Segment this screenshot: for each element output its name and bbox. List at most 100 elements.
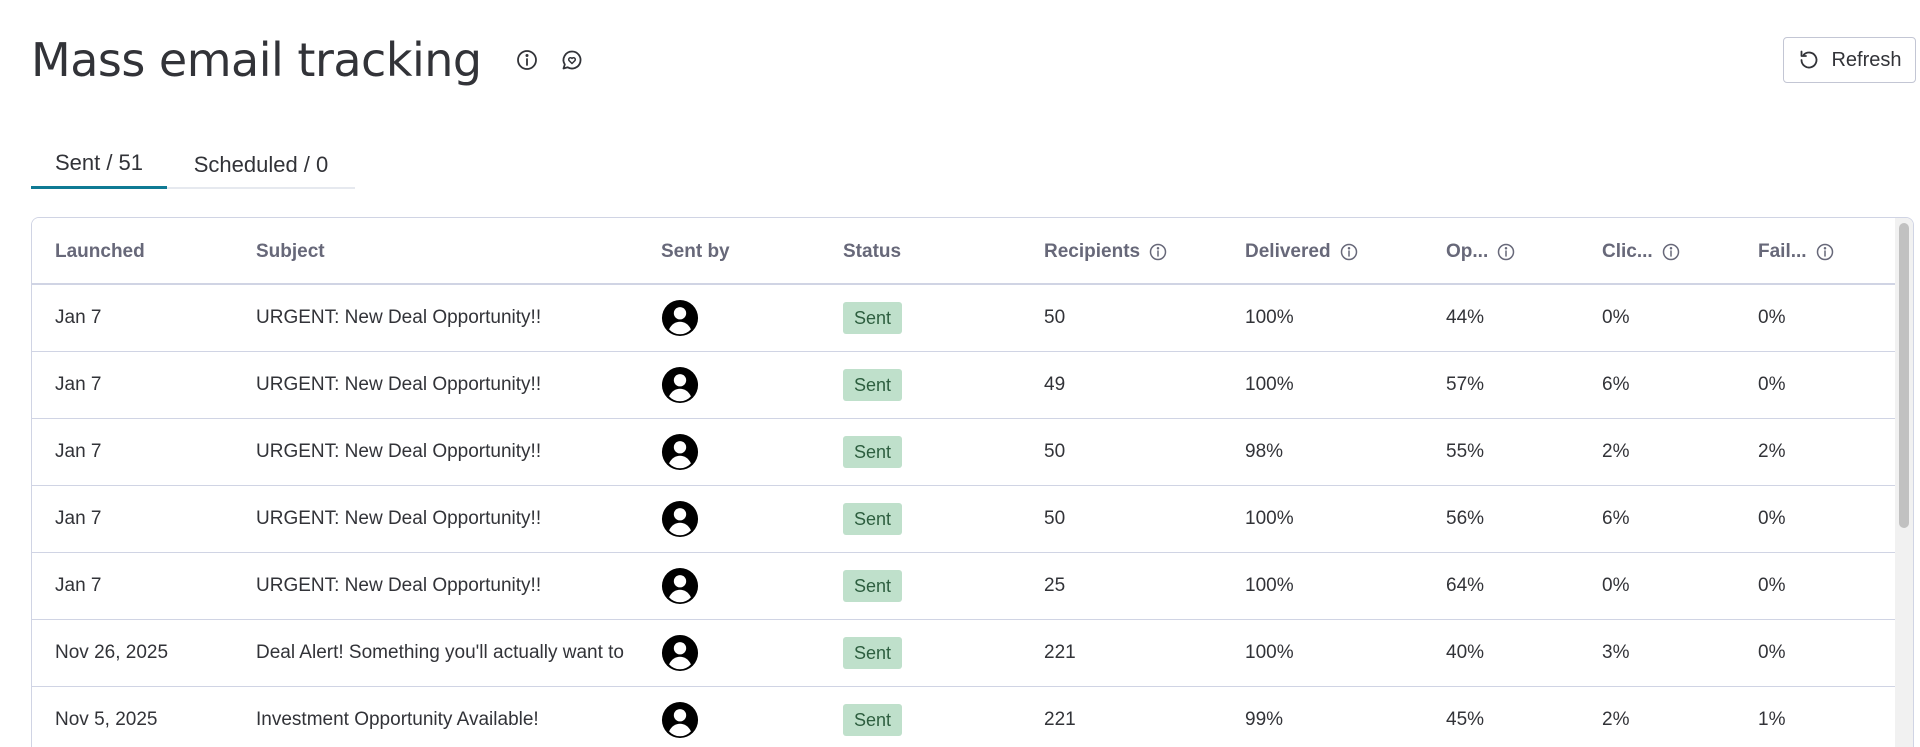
cell-status: Sent <box>843 620 903 686</box>
column-header-sent-by[interactable]: Sent by <box>661 218 730 285</box>
user-avatar-icon[interactable] <box>661 433 699 471</box>
cell-launched: Nov 26, 2025 <box>55 642 169 663</box>
vertical-scrollbar[interactable] <box>1895 218 1913 747</box>
cell-delivered: 100% <box>1245 642 1294 663</box>
column-header-label: Recipients <box>1044 240 1141 262</box>
column-header-opened[interactable]: Op... <box>1446 218 1516 285</box>
table-row[interactable]: Jan 7 URGENT: New Deal Opportunity!! Sent 2… <box>32 553 1895 620</box>
cell-failed: 1% <box>1758 709 1786 730</box>
info-icon[interactable] <box>1148 242 1168 262</box>
column-header-launched[interactable]: Launched <box>55 218 145 285</box>
scrollbar-thumb[interactable] <box>1899 223 1909 528</box>
cell-delivered: 100% <box>1245 575 1294 596</box>
cell-opened: 45% <box>1446 709 1485 730</box>
info-icon[interactable] <box>514 47 540 73</box>
cell-status: Sent <box>843 553 903 619</box>
cell-launched: Jan 7 <box>55 307 102 328</box>
cell-failed: 0% <box>1758 374 1786 395</box>
cell-delivered: 100% <box>1245 374 1294 395</box>
cell-clicked: 2% <box>1602 709 1630 730</box>
cell-sent-by <box>661 352 699 418</box>
column-header-label: Fail... <box>1758 240 1807 262</box>
cell-subject[interactable]: URGENT: New Deal Opportunity!! <box>256 419 640 485</box>
cell-failed: 0% <box>1758 642 1786 663</box>
table-body: Jan 7 URGENT: New Deal Opportunity!! Sent 5… <box>32 285 1895 747</box>
status-badge: Sent <box>843 637 903 669</box>
cell-clicked: 0% <box>1602 307 1630 328</box>
table-header: Launched Subject Sent by Status Recipients De… <box>32 218 1895 285</box>
page-header: Mass email tracking <box>31 28 585 92</box>
cell-subject[interactable]: URGENT: New Deal Opportunity!! <box>256 352 640 418</box>
column-header-label: Clic... <box>1602 240 1653 262</box>
cell-delivered: 98% <box>1245 441 1284 462</box>
cell-failed: 0% <box>1758 575 1786 596</box>
cell-subject[interactable]: Investment Opportunity Available! <box>256 687 640 747</box>
column-header-label: Sent by <box>661 240 730 262</box>
refresh-button[interactable]: Refresh <box>1783 37 1916 83</box>
user-avatar-icon[interactable] <box>661 366 699 404</box>
user-avatar-icon[interactable] <box>661 500 699 538</box>
tab-scheduled[interactable]: Scheduled / 0 <box>167 140 355 189</box>
cell-clicked: 3% <box>1602 642 1630 663</box>
cell-recipients: 221 <box>1044 709 1076 730</box>
cell-opened: 40% <box>1446 642 1485 663</box>
cell-launched: Jan 7 <box>55 374 102 395</box>
cell-recipients: 50 <box>1044 307 1066 328</box>
column-header-delivered[interactable]: Delivered <box>1245 218 1359 285</box>
table-row[interactable]: Jan 7 URGENT: New Deal Opportunity!! Sent 5… <box>32 419 1895 486</box>
user-avatar-icon[interactable] <box>661 634 699 672</box>
table-row[interactable]: Jan 7 URGENT: New Deal Opportunity!! Sent 4… <box>32 352 1895 419</box>
column-header-status[interactable]: Status <box>843 218 901 285</box>
info-icon[interactable] <box>1496 242 1516 262</box>
cell-launched: Nov 5, 2025 <box>55 709 158 730</box>
cell-launched: Jan 7 <box>55 575 102 596</box>
refresh-label: Refresh <box>1831 48 1902 71</box>
column-header-failed[interactable]: Fail... <box>1758 218 1835 285</box>
column-header-subject[interactable]: Subject <box>256 218 325 285</box>
cell-subject[interactable]: Deal Alert! Something you'll actually wa… <box>256 620 640 686</box>
cell-clicked: 6% <box>1602 508 1630 529</box>
table-row[interactable]: Jan 7 URGENT: New Deal Opportunity!! Sent 5… <box>32 285 1895 352</box>
cell-clicked: 6% <box>1602 374 1630 395</box>
cell-status: Sent <box>843 486 903 552</box>
cell-opened: 57% <box>1446 374 1485 395</box>
cell-sent-by <box>661 553 699 619</box>
cell-sent-by <box>661 419 699 485</box>
table-row[interactable]: Nov 5, 2025 Investment Opportunity Availa… <box>32 687 1895 747</box>
cell-recipients: 25 <box>1044 575 1066 596</box>
email-table: Launched Subject Sent by Status Recipients De… <box>31 217 1914 747</box>
cell-opened: 56% <box>1446 508 1485 529</box>
cell-recipients: 50 <box>1044 441 1066 462</box>
column-header-recipients[interactable]: Recipients <box>1044 218 1168 285</box>
cell-clicked: 0% <box>1602 575 1630 596</box>
user-avatar-icon[interactable] <box>661 701 699 739</box>
user-avatar-icon[interactable] <box>661 299 699 337</box>
status-badge: Sent <box>843 369 903 401</box>
column-header-label: Subject <box>256 240 325 262</box>
column-header-label: Launched <box>55 240 145 262</box>
info-icon[interactable] <box>1339 242 1359 262</box>
cell-recipients: 221 <box>1044 642 1076 663</box>
cell-failed: 0% <box>1758 508 1786 529</box>
cell-subject[interactable]: URGENT: New Deal Opportunity!! <box>256 553 640 619</box>
column-header-clicked[interactable]: Clic... <box>1602 218 1681 285</box>
cell-sent-by <box>661 620 699 686</box>
cell-sent-by <box>661 285 699 351</box>
cell-subject[interactable]: URGENT: New Deal Opportunity!! <box>256 486 640 552</box>
feedback-icon[interactable] <box>559 47 585 73</box>
tab-sent[interactable]: Sent / 51 <box>31 140 167 189</box>
cell-subject[interactable]: URGENT: New Deal Opportunity!! <box>256 285 640 351</box>
status-badge: Sent <box>843 503 903 535</box>
status-badge: Sent <box>843 302 903 334</box>
cell-opened: 55% <box>1446 441 1485 462</box>
table-row[interactable]: Jan 7 URGENT: New Deal Opportunity!! Sent 5… <box>32 486 1895 553</box>
info-icon[interactable] <box>1815 242 1835 262</box>
cell-delivered: 100% <box>1245 508 1294 529</box>
info-icon[interactable] <box>1661 242 1681 262</box>
cell-failed: 0% <box>1758 307 1786 328</box>
cell-opened: 44% <box>1446 307 1485 328</box>
status-badge: Sent <box>843 570 903 602</box>
user-avatar-icon[interactable] <box>661 567 699 605</box>
cell-launched: Jan 7 <box>55 508 102 529</box>
table-row[interactable]: Nov 26, 2025 Deal Alert! Something you'll… <box>32 620 1895 687</box>
